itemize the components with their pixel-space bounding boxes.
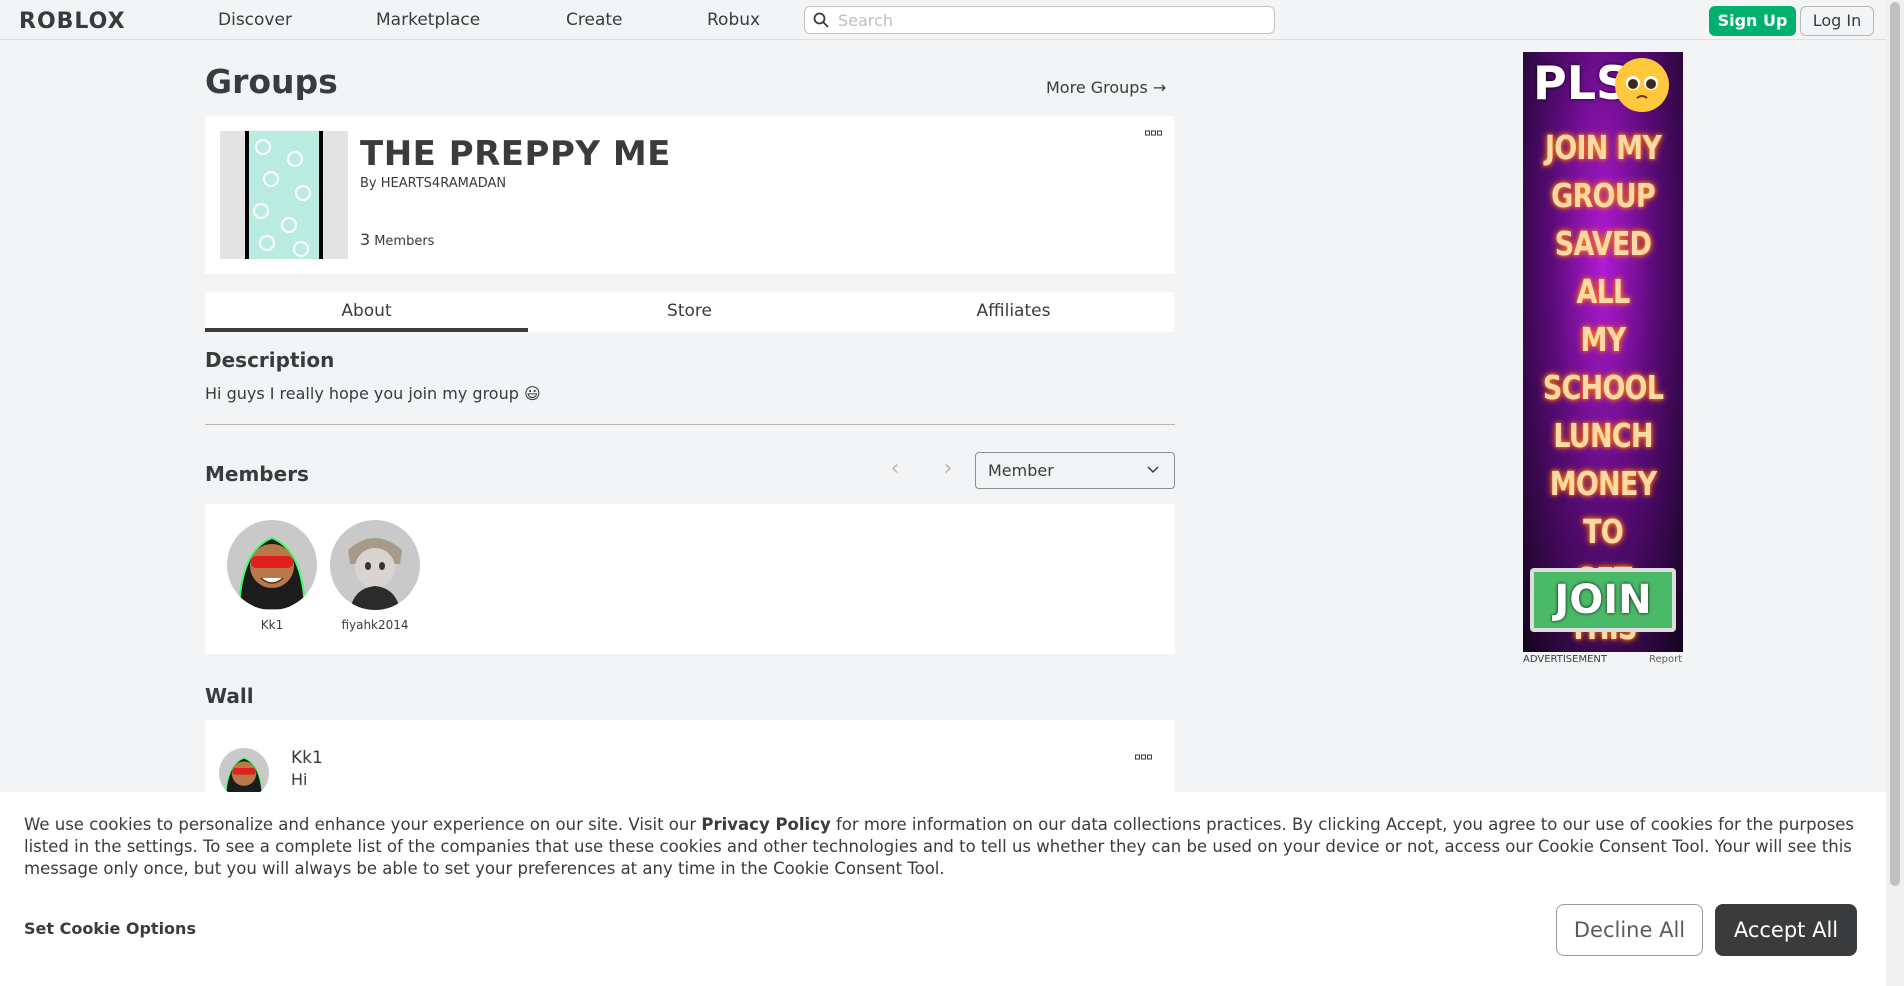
group-emblem — [220, 131, 348, 259]
member-name[interactable]: Kk1 — [226, 618, 318, 632]
ad-line: MONEY TO — [1549, 464, 1657, 551]
description-text: Hi guys I really hope you join my group … — [205, 384, 541, 403]
member-count-label: Members — [374, 234, 435, 249]
ad-join-button[interactable]: JOIN — [1530, 568, 1676, 632]
scrollbar-thumb[interactable] — [1890, 2, 1900, 886]
ad-line: GROUP — [1551, 176, 1656, 215]
members-list: Kk1 fiyahk2014 — [205, 504, 1175, 654]
decline-all-button[interactable]: Decline All — [1556, 904, 1703, 956]
tab-affiliates[interactable]: Affiliates — [852, 292, 1175, 332]
search-icon — [813, 12, 829, 28]
ad-line: SAVED ALL — [1554, 224, 1652, 311]
nav-discover[interactable]: Discover — [218, 10, 292, 30]
nav-marketplace[interactable]: Marketplace — [376, 10, 480, 30]
description-title: Description — [205, 348, 335, 372]
search-input[interactable] — [838, 10, 1258, 30]
chevron-down-icon — [1147, 466, 1159, 474]
ad-line: MY — [1580, 320, 1627, 359]
more-options-icon[interactable] — [1135, 754, 1153, 762]
avatar-image-kk1 — [227, 520, 317, 610]
wall-title: Wall — [205, 684, 254, 708]
cookie-text-before: We use cookies to personalize and enhanc… — [24, 815, 702, 834]
by-label: By — [360, 176, 377, 191]
member-name[interactable]: fiyahk2014 — [329, 618, 421, 632]
group-tabs: About Store Affiliates — [205, 292, 1175, 332]
tab-about[interactable]: About — [205, 292, 528, 332]
avatar[interactable] — [330, 520, 420, 610]
avatar-image-fiyahk2014 — [330, 520, 420, 610]
member-count: 3 Members — [360, 230, 434, 249]
roblox-logo[interactable]: ROBLOX — [19, 9, 126, 34]
next-page-icon[interactable]: › — [938, 458, 958, 480]
wall-post-author[interactable]: Kk1 — [291, 748, 323, 768]
members-title: Members — [205, 462, 309, 486]
tab-store[interactable]: Store — [528, 292, 851, 332]
wall-post: Kk1 Hi — [205, 720, 1175, 800]
divider — [205, 424, 1175, 425]
more-groups-link[interactable]: More Groups → — [1046, 78, 1166, 97]
role-dropdown[interactable]: Member — [975, 452, 1175, 489]
signup-button[interactable]: Sign Up — [1709, 6, 1796, 36]
ad-line: LUNCH — [1553, 416, 1653, 455]
top-navigation: ROBLOX Discover Marketplace Create Robux… — [0, 0, 1886, 40]
avatar[interactable] — [219, 748, 269, 798]
set-cookie-options-link[interactable]: Set Cookie Options — [24, 919, 196, 938]
advertisement-label: ADVERTISEMENT — [1523, 654, 1608, 665]
member-count-value: 3 — [360, 230, 371, 249]
group-owner-link[interactable]: HEARTS4RAMADAN — [381, 176, 506, 191]
wall-post-text: Hi — [291, 770, 308, 789]
member-tile[interactable]: Kk1 — [226, 520, 318, 632]
prev-page-icon[interactable]: ‹ — [885, 458, 905, 480]
advertisement-banner[interactable]: PLS JOIN MY GROUP SAVED ALL MY SCHOOL LU… — [1523, 52, 1683, 652]
ad-line: SCHOOL — [1542, 368, 1664, 407]
nav-create[interactable]: Create — [566, 10, 623, 30]
search-box — [804, 6, 1275, 34]
report-ad-link[interactable]: Report — [1649, 654, 1682, 665]
pleading-face-icon — [1615, 58, 1669, 112]
avatar[interactable] — [227, 520, 317, 610]
group-header-card: THE PREPPY ME By HEARTS4RAMADAN 3 Members — [205, 116, 1175, 274]
page-title: Groups — [205, 62, 338, 101]
privacy-policy-link[interactable]: Privacy Policy — [701, 815, 830, 834]
group-owner-line: By HEARTS4RAMADAN — [360, 176, 506, 191]
group-name: THE PREPPY ME — [360, 134, 671, 174]
nav-robux[interactable]: Robux — [707, 10, 760, 30]
login-button[interactable]: Log In — [1800, 6, 1874, 36]
cookie-banner: We use cookies to personalize and enhanc… — [0, 792, 1886, 986]
cookie-message: We use cookies to personalize and enhanc… — [24, 814, 1864, 880]
accept-all-button[interactable]: Accept All — [1715, 904, 1857, 956]
avatar-image-kk1 — [219, 748, 269, 798]
role-dropdown-value: Member — [988, 461, 1054, 480]
more-options-icon[interactable] — [1145, 130, 1163, 138]
member-tile[interactable]: fiyahk2014 — [329, 520, 421, 632]
ad-line: JOIN MY — [1544, 128, 1662, 167]
